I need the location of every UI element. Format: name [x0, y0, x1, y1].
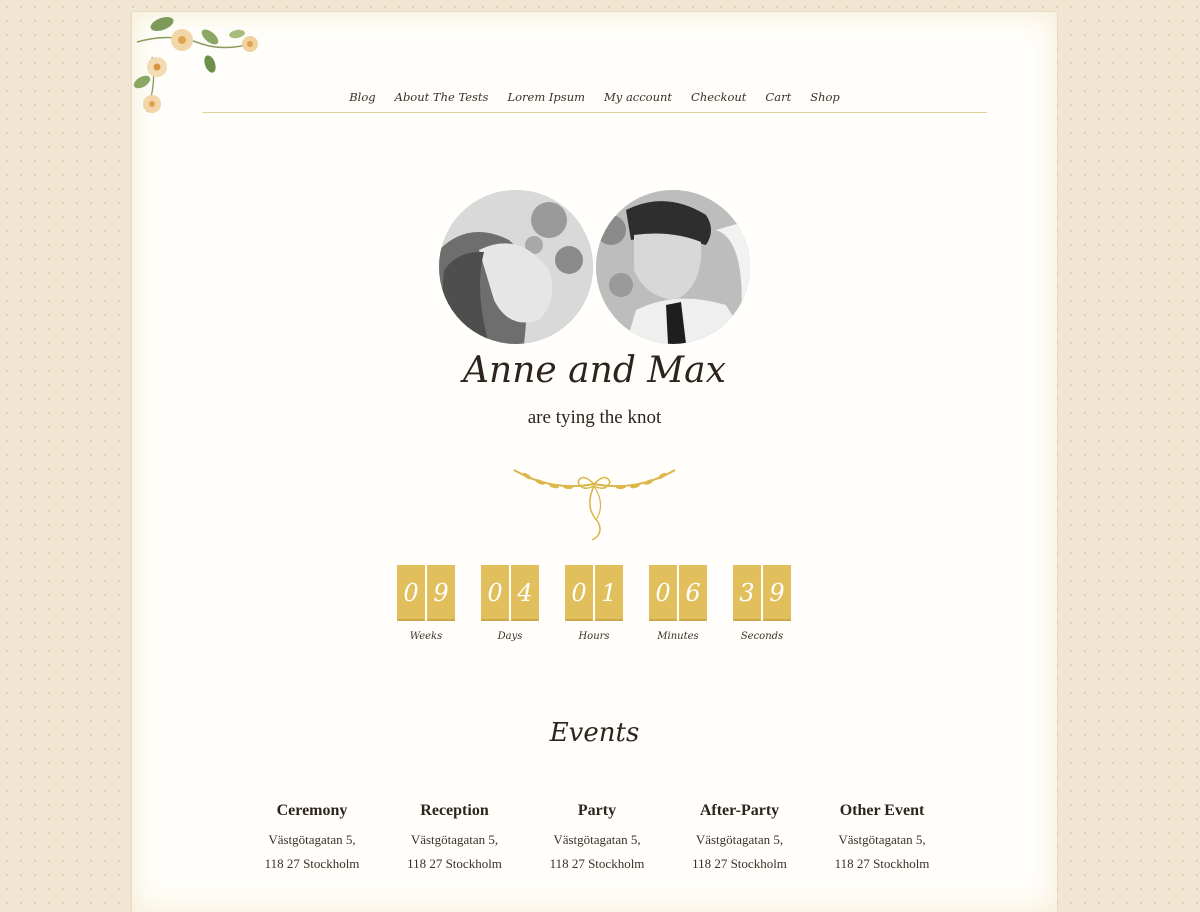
hours-digit-ones: 1: [595, 565, 623, 621]
event-name: Ceremony: [276, 802, 348, 819]
weeks-digit-ones: 9: [427, 565, 455, 621]
nav-link-checkout[interactable]: Checkout: [691, 88, 746, 112]
seconds-digit-tens: 3: [733, 565, 761, 621]
events-heading: Events: [549, 718, 640, 748]
countdown-hours: 0 1 Hours: [562, 565, 626, 655]
event-address-line1: Västgötagatan 5,: [553, 832, 641, 847]
countdown-minutes: 0 6 Minutes: [646, 565, 710, 655]
event-address-line1: Västgötagatan 5,: [268, 832, 356, 847]
seconds-label: Seconds: [740, 631, 784, 642]
event-address-line2: 118 27 Stockholm: [407, 856, 502, 871]
nav-link-about-the-tests[interactable]: About The Tests: [395, 88, 489, 112]
event-address-line1: Västgötagatan 5,: [695, 832, 784, 847]
tagline: are tying the knot: [527, 407, 662, 428]
countdown-seconds: 3 9 Seconds: [730, 565, 794, 655]
days-digit-ones: 4: [511, 565, 539, 621]
minutes-label: Minutes: [657, 631, 699, 642]
bride-photo: [439, 190, 593, 344]
nav-link-shop[interactable]: Shop: [810, 88, 840, 112]
event-address-line1: Västgötagatan 5,: [838, 832, 926, 847]
event-party: Party Västgötagatan 5, 118 27 Stockholm: [532, 802, 662, 876]
countdown-days: 0 4 Days: [478, 565, 542, 655]
page-card: Blog About The Tests Lorem Ipsum My acco…: [132, 12, 1057, 912]
event-reception: Reception Västgötagatan 5, 118 27 Stockh…: [390, 802, 520, 876]
event-address-line2: 118 27 Stockholm: [264, 856, 360, 871]
couple-names: Anne and Max: [463, 350, 726, 391]
hours-digit-tens: 0: [565, 565, 593, 621]
main-navigation: Blog About The Tests Lorem Ipsum My acco…: [202, 88, 987, 113]
weeks-digit-tens: 0: [397, 565, 425, 621]
event-name: After-Party: [699, 802, 780, 819]
days-digit-tens: 0: [481, 565, 509, 621]
event-name: Other Event: [839, 802, 925, 819]
event-after-party: After-Party Västgötagatan 5, 118 27 Stoc…: [675, 802, 805, 876]
nav-link-cart[interactable]: Cart: [765, 88, 791, 112]
event-name: Party: [577, 802, 617, 819]
countdown-weeks: 0 9 Weeks: [394, 565, 458, 655]
gold-ribbon-ornament: [513, 469, 676, 541]
weeks-label: Weeks: [409, 631, 443, 642]
event-address-line2: 118 27 Stockholm: [834, 856, 930, 871]
nav-link-blog[interactable]: Blog: [349, 88, 375, 112]
couple-photos: [439, 190, 751, 346]
event-other: Other Event Västgötagatan 5, 118 27 Stoc…: [817, 802, 947, 876]
hours-label: Hours: [578, 631, 610, 642]
event-address-line2: 118 27 Stockholm: [549, 856, 645, 871]
seconds-digit-ones: 9: [763, 565, 791, 621]
groom-photo: [596, 190, 750, 344]
event-address-line2: 118 27 Stockholm: [692, 856, 787, 871]
days-label: Days: [497, 631, 523, 642]
event-ceremony: Ceremony Västgötagatan 5, 118 27 Stockho…: [247, 802, 377, 876]
events-list: Ceremony Västgötagatan 5, 118 27 Stockho…: [247, 802, 947, 876]
event-address-line1: Västgötagatan 5,: [410, 832, 499, 847]
countdown-timer: 0 9 Weeks 0 4 Days 0 1 Hours 0 6 Minutes: [394, 565, 794, 655]
minutes-digit-ones: 6: [679, 565, 707, 621]
minutes-digit-tens: 0: [649, 565, 677, 621]
nav-link-my-account[interactable]: My account: [604, 88, 672, 112]
event-name: Reception: [420, 802, 489, 819]
nav-link-lorem-ipsum[interactable]: Lorem Ipsum: [507, 88, 585, 112]
